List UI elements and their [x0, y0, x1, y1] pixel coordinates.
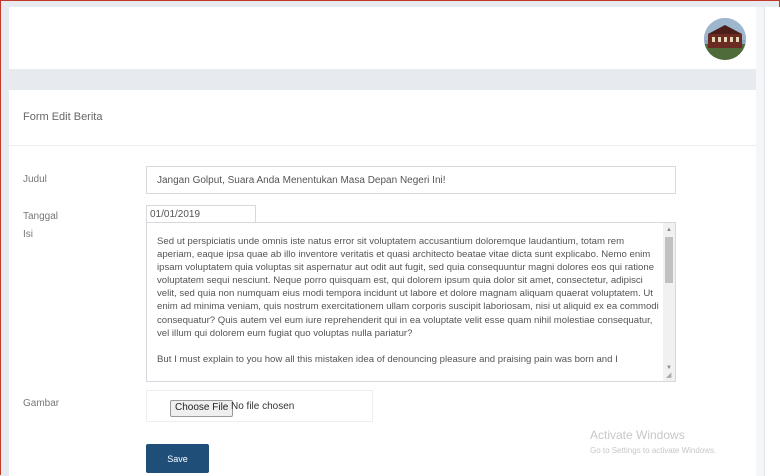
textarea-scrollbar[interactable]: ▲ ▼	[663, 223, 675, 381]
isi-textarea[interactable]: Sed ut perspiciatis unde omnis iste natu…	[146, 222, 676, 382]
building-photo-icon[interactable]	[704, 18, 746, 60]
right-sidebar	[764, 7, 780, 476]
resize-handle-icon[interactable]: ◢	[666, 372, 674, 380]
scroll-up-icon[interactable]: ▲	[663, 225, 675, 235]
activation-watermark-subtitle: Go to Settings to activate Windows.	[590, 446, 717, 455]
judul-value: Jangan Golput, Suara Anda Menentukan Mas…	[157, 174, 446, 186]
isi-content: Sed ut perspiciatis unde omnis iste natu…	[157, 235, 662, 379]
isi-paragraph: Sed ut perspiciatis unde omnis iste natu…	[157, 236, 659, 339]
gambar-file-input[interactable]: Choose File No file chosen	[146, 390, 373, 422]
isi-paragraph: But I must explain to you how all this m…	[157, 353, 618, 365]
save-button[interactable]: Save	[146, 444, 209, 473]
activation-watermark-title: Activate Windows	[590, 428, 685, 442]
tanggal-value: 01/01/2019	[150, 208, 201, 220]
judul-input[interactable]: Jangan Golput, Suara Anda Menentukan Mas…	[146, 166, 676, 194]
isi-label: Isi	[23, 229, 33, 240]
judul-label: Judul	[23, 174, 47, 185]
tanggal-label: Tanggal	[23, 211, 59, 222]
top-navbar	[9, 7, 756, 69]
tanggal-input[interactable]: 01/01/2019	[146, 205, 256, 223]
choose-file-button[interactable]: Choose File	[170, 400, 234, 417]
form-title: Form Edit Berita	[23, 111, 103, 123]
save-label: Save	[167, 453, 188, 464]
scrollbar-thumb[interactable]	[665, 237, 673, 283]
card-header: Form Edit Berita	[9, 90, 756, 146]
gambar-label: Gambar	[23, 398, 60, 409]
file-status: No file chosen	[231, 401, 295, 412]
